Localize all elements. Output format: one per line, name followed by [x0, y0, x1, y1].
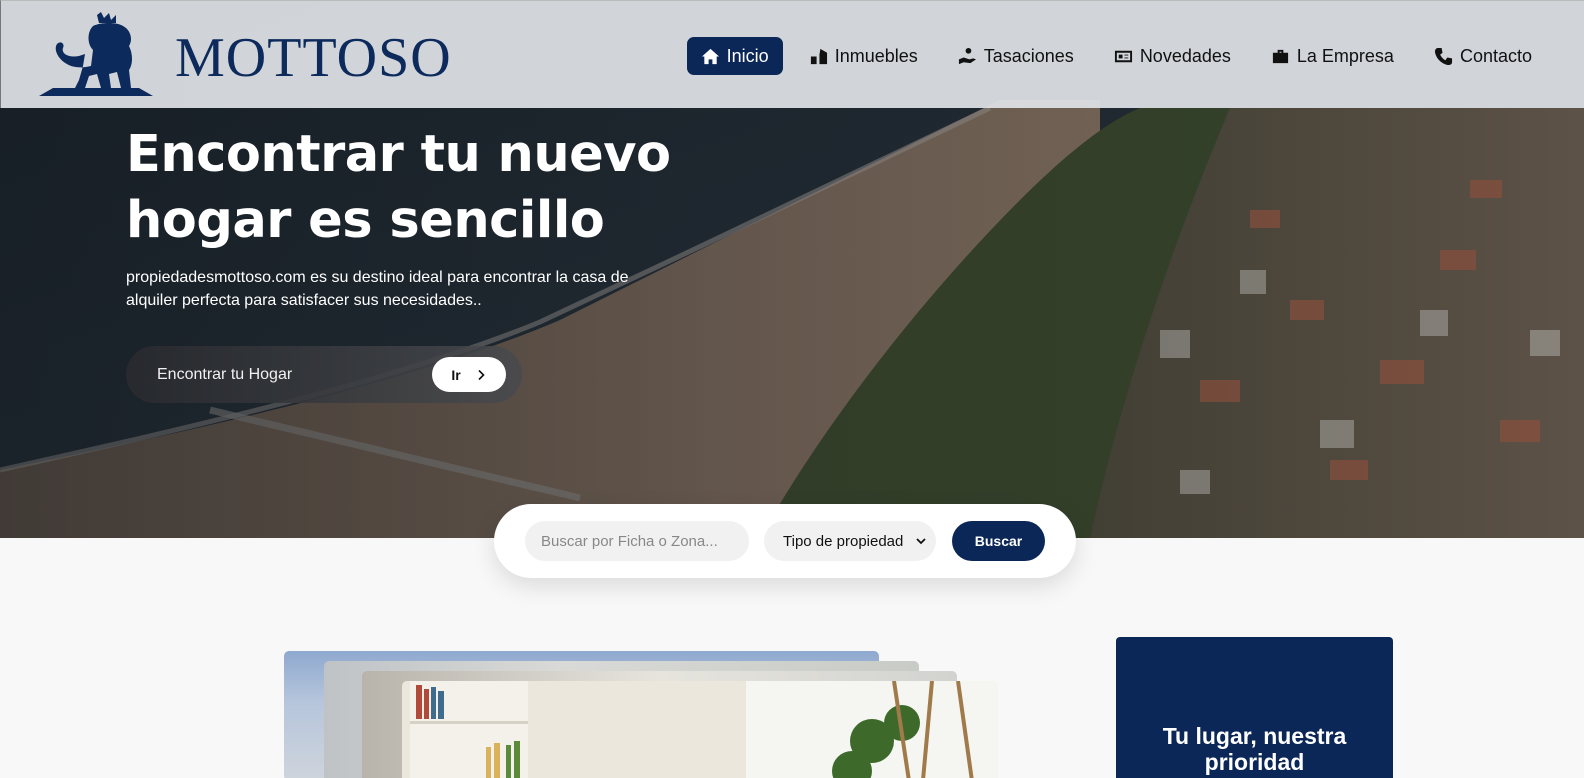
interior-photo [402, 681, 998, 778]
property-search-bar: Tipo de propiedad Buscar [494, 504, 1076, 578]
nav-label: Contacto [1459, 45, 1532, 66]
promo-title: Tu lugar, nuestra prioridad [1162, 723, 1347, 775]
nav-label: Tasaciones [983, 45, 1074, 66]
chevron-right-icon [478, 369, 485, 380]
hero-subtitle: propiedadesmottoso.com es su destino ide… [126, 269, 629, 309]
hand-coins-icon [958, 47, 976, 64]
brand-name: MOTTOSO [175, 27, 452, 89]
nav-label: Novedades [1139, 45, 1231, 66]
lion-crest-icon [39, 12, 153, 96]
home-icon [701, 48, 719, 64]
go-button-label: Ir [451, 366, 461, 383]
property-type-value: Tipo de propiedad [783, 532, 904, 550]
hero-title: Encontrar tu nuevo hogar es sencillo [126, 125, 671, 250]
search-button[interactable]: Buscar [952, 521, 1045, 561]
go-button[interactable]: Ir [432, 357, 506, 392]
promo-card: Tu lugar, nuestra prioridad [1116, 637, 1393, 778]
briefcase-icon [1272, 49, 1288, 63]
nav-label: La Empresa [1296, 45, 1394, 66]
site-header: MOTTOSO Inicio Inmuebles Tasaciones Nove… [0, 0, 1584, 108]
nav-label: Inmuebles [834, 45, 918, 66]
brand-logo[interactable]: MOTTOSO [39, 9, 459, 97]
phone-icon [1434, 47, 1453, 65]
find-home-label: Encontrar tu Hogar [157, 365, 293, 383]
nav-item-la-empresa[interactable]: La Empresa [1257, 37, 1408, 75]
featured-gallery [284, 651, 998, 778]
nav-item-contacto[interactable]: Contacto [1420, 37, 1546, 75]
property-icon [810, 48, 827, 64]
search-input[interactable] [525, 521, 749, 561]
nav-item-inmuebles[interactable]: Inmuebles [795, 37, 932, 75]
property-type-select[interactable]: Tipo de propiedad [764, 521, 936, 561]
nav-label: Inicio [726, 45, 769, 66]
chevron-down-icon [916, 538, 926, 545]
nav-item-novedades[interactable]: Novedades [1100, 37, 1245, 75]
nav-item-tasaciones[interactable]: Tasaciones [944, 37, 1088, 75]
property-photo[interactable] [402, 681, 998, 778]
find-home-bar: Encontrar tu Hogar Ir [126, 346, 522, 403]
newspaper-icon [1114, 50, 1132, 62]
main-nav: Inicio Inmuebles Tasaciones Novedades La… [675, 37, 1546, 75]
nav-item-inicio[interactable]: Inicio [686, 37, 783, 75]
